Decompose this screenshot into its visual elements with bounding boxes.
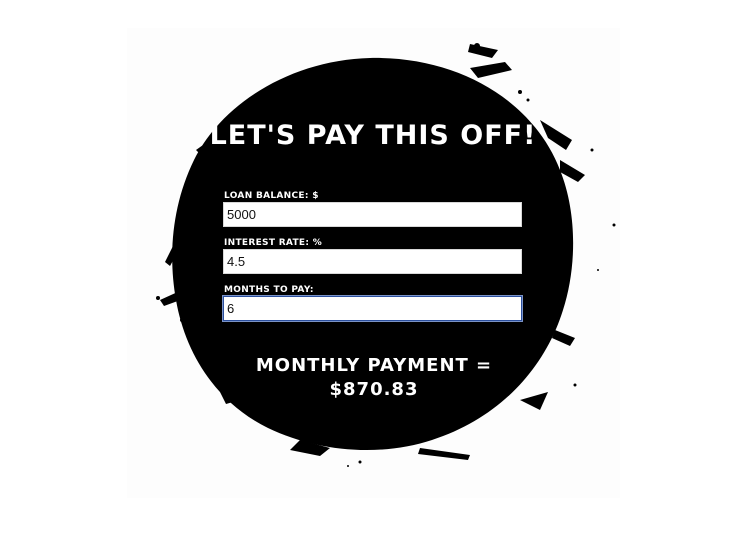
loan-balance-input[interactable]: [223, 202, 522, 227]
monthly-payment-result: MONTHLY PAYMENT = $870.83: [224, 354, 524, 402]
months-to-pay-input[interactable]: [223, 296, 522, 321]
months-to-pay-label: MONTHS TO PAY:: [224, 285, 314, 295]
page: LET'S PAY THIS OFF! LOAN BALANCE: $ INTE…: [0, 0, 736, 550]
page-title: LET'S PAY THIS OFF!: [209, 120, 537, 151]
interest-rate-input[interactable]: [223, 249, 522, 274]
calculator-form: LET'S PAY THIS OFF! LOAN BALANCE: $ INTE…: [0, 0, 736, 550]
loan-balance-label: LOAN BALANCE: $: [224, 191, 319, 201]
monthly-payment-label: MONTHLY PAYMENT =: [255, 355, 493, 376]
interest-rate-label: INTEREST RATE: %: [224, 238, 323, 248]
monthly-payment-amount: $870.83: [329, 379, 419, 400]
